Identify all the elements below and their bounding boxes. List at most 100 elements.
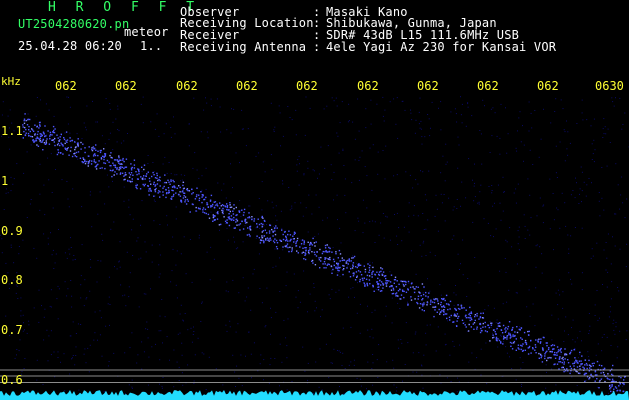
noise-speck (335, 291, 337, 293)
trace-point (474, 314, 477, 316)
noise-speck (22, 314, 24, 316)
noise-speck (239, 200, 241, 202)
noise-speck (420, 128, 422, 130)
trace-point (343, 259, 345, 261)
noise-speck (260, 354, 262, 356)
trace-point (610, 390, 612, 393)
noise-speck (200, 321, 202, 322)
noise-speck (13, 178, 15, 180)
trace-point (586, 367, 588, 370)
trace-point (611, 384, 613, 386)
noise-speck (97, 260, 99, 261)
noise-speck (43, 233, 45, 235)
noise-speck (572, 371, 574, 372)
trace-point (243, 208, 246, 211)
noise-speck (423, 240, 425, 242)
trace-point (538, 352, 540, 355)
trace-point (378, 286, 380, 288)
noise-speck (10, 190, 12, 192)
noise-speck (9, 109, 11, 111)
trace-point (493, 329, 495, 331)
noise-speck (261, 209, 263, 211)
trace-point (623, 383, 625, 386)
noise-speck (493, 236, 494, 238)
noise-speck (192, 167, 194, 169)
trace-point (256, 223, 258, 225)
trace-point (93, 153, 95, 156)
trace-point (484, 321, 486, 324)
noise-speck (74, 259, 76, 260)
trace-point (236, 224, 238, 226)
noise-speck (567, 131, 569, 133)
noise-speck (557, 304, 559, 306)
trace-point (479, 323, 482, 326)
trace-point (133, 164, 136, 166)
noise-speck (300, 244, 302, 246)
trace-point (439, 313, 441, 315)
trace-point (612, 364, 614, 367)
trace-point (26, 124, 29, 126)
trace-point (541, 361, 544, 363)
noise-speck (179, 332, 181, 334)
noise-speck (490, 108, 492, 110)
trace-point (311, 251, 313, 253)
noise-speck (353, 364, 355, 366)
trace-point (282, 246, 284, 248)
noise-speck (506, 152, 508, 154)
trace-point (380, 284, 382, 286)
noise-speck (161, 385, 163, 387)
trace-point (563, 363, 565, 365)
trace-point (403, 290, 405, 293)
trace-point (130, 172, 133, 174)
counter: 1.. (140, 39, 163, 53)
trace-point (109, 165, 111, 167)
noise-speck (601, 336, 603, 338)
trace-point (423, 286, 425, 288)
noise-speck (36, 257, 38, 259)
noise-speck (535, 266, 537, 268)
noise-speck (610, 345, 612, 346)
noise-speck (354, 138, 356, 140)
noise-speck (404, 364, 406, 365)
noise-speck (184, 313, 186, 314)
noise-speck (291, 207, 293, 209)
trace-point (56, 153, 59, 156)
noise-speck (607, 128, 609, 130)
trace-point (420, 295, 422, 297)
noise-speck (374, 309, 376, 311)
noise-speck (347, 121, 349, 123)
trace-point (333, 264, 335, 267)
y-tick-label: 1.1 (1, 124, 23, 138)
noise-speck (107, 365, 109, 367)
noise-speck (369, 261, 371, 263)
noise-speck (57, 150, 59, 152)
noise-speck (159, 315, 161, 317)
noise-speck (413, 205, 415, 207)
trace-point (97, 163, 99, 166)
noise-speck (321, 389, 323, 391)
trace-point (233, 216, 235, 219)
noise-speck (337, 135, 339, 137)
noise-speck (539, 197, 541, 199)
trace-point (499, 325, 501, 327)
noise-speck (83, 122, 85, 124)
noise-speck (77, 158, 79, 160)
noise-speck (427, 297, 429, 299)
noise-speck (200, 206, 201, 208)
noise-speck (168, 162, 170, 163)
x-tick-label: 062 (357, 79, 379, 93)
trace-point (111, 175, 113, 178)
noise-speck (479, 191, 481, 193)
noise-speck (391, 297, 393, 299)
trace-point (210, 206, 212, 208)
trace-point (492, 334, 494, 336)
trace-point (169, 183, 171, 185)
noise-speck (87, 347, 89, 349)
noise-speck (570, 278, 571, 280)
trace-point (143, 185, 145, 187)
trace-point (171, 196, 173, 198)
noise-speck (193, 383, 195, 384)
noise-speck (593, 139, 595, 141)
noise-speck (170, 127, 172, 128)
trace-point (470, 317, 472, 319)
